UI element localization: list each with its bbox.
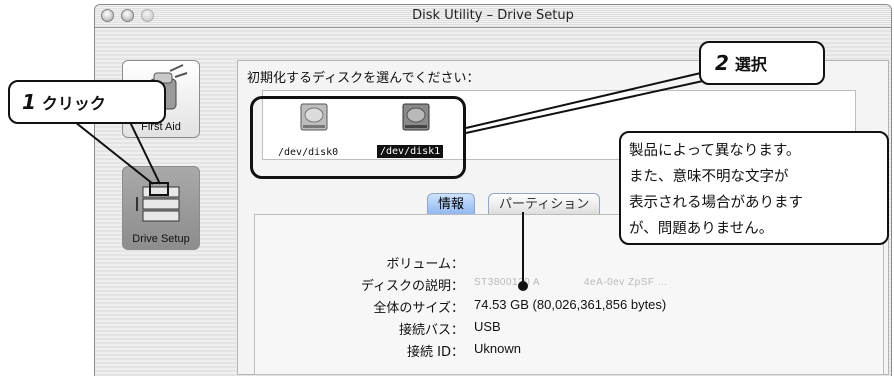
tab-info[interactable]: 情報 [427, 193, 476, 215]
note-line: また、意味不明な文字が [629, 169, 789, 185]
title-bar[interactable]: Disk Utility – Drive Setup [95, 5, 891, 28]
info-key: 接続 ID： [407, 345, 464, 360]
drive-setup-label: Drive Setup [132, 233, 190, 245]
info-row-total-size: 全体のサイズ： 74.53 GB (80,026,361,856 bytes) [254, 297, 884, 319]
note-line: 表示される場合があります [629, 195, 803, 211]
info-row-volume: ボリューム： [254, 253, 884, 275]
drive-setup-icon [136, 186, 180, 222]
info-value: 74.53 GB (80,026,361,856 bytes) [474, 297, 667, 312]
step1-callout: 1 クリック [8, 80, 166, 124]
drive-setup-button[interactable]: Drive Setup [122, 166, 200, 250]
info-value: USB [474, 319, 501, 334]
info-key: 接続バス： [398, 323, 464, 338]
note-line: 製品によって異なります。 [629, 143, 801, 159]
info-value-extra: 4eA-0ev ZpSF ... [584, 277, 668, 288]
info-value: ST3800120 A [474, 277, 541, 288]
info-row-bus: 接続バス： USB [254, 319, 884, 341]
info-value: Uknown [474, 341, 521, 356]
info-key: 全体のサイズ： [373, 301, 464, 316]
note-callout: 製品によって異なります。 また、意味不明な文字が 表示される場合があります が、… [619, 131, 889, 245]
tab-partition[interactable]: パーティション [488, 193, 601, 215]
info-row-connection-id: 接続 ID： Uknown [254, 341, 884, 363]
note-line: が、問題ありません。 [629, 221, 774, 237]
disk-selection-highlight [250, 96, 466, 179]
step1-text: クリック [41, 94, 106, 113]
info-row-description: ディスクの説明： ST3800120 A 4eA-0ev ZpSF ... [254, 275, 884, 297]
window-title: Disk Utility – Drive Setup [412, 8, 574, 23]
step2-callout: 2 選択 [699, 41, 825, 85]
info-key: ボリューム： [386, 257, 464, 272]
info-key: ディスクの説明： [360, 279, 464, 294]
step2-text: 選択 [734, 55, 767, 74]
step2-number: 2 [715, 51, 729, 75]
step1-number: 1 [22, 90, 36, 114]
disk-select-prompt: 初期化するディスクを選んでください： [247, 71, 480, 86]
